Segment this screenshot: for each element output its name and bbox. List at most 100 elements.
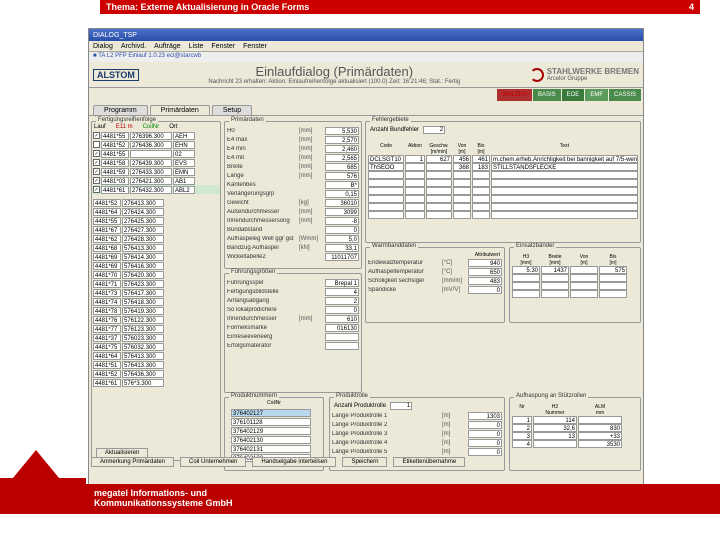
menu-archiv[interactable]: Archivd.: [121, 43, 146, 50]
list-row[interactable]: ✓ 4481*55 276396.300 AEH: [92, 131, 220, 140]
list-row[interactable]: 4481*68 576413.300: [92, 243, 220, 252]
btn-handseingabe[interactable]: Handselgabe interteilsen: [252, 457, 336, 467]
btn-anmerkung[interactable]: Anmerkung Primärdaten: [91, 457, 174, 467]
list-row[interactable]: 4481*64 276424.300: [92, 207, 220, 216]
cell-id: 4481*03: [101, 177, 129, 185]
nav-eoe[interactable]: EOE: [562, 89, 585, 101]
list-row[interactable]: 4481*64 576413.300: [92, 351, 220, 360]
row-value[interactable]: 483: [468, 277, 502, 285]
produktn-item[interactable]: 376402127: [231, 409, 311, 417]
row-value[interactable]: 0: [468, 430, 502, 438]
row-value[interactable]: 5,530: [325, 127, 359, 135]
row-value[interactable]: 36010: [325, 199, 359, 207]
checkbox[interactable]: [93, 141, 100, 148]
row-value[interactable]: 016130: [325, 324, 359, 332]
checkbox[interactable]: ✓: [93, 159, 100, 166]
row-value[interactable]: 0,15: [325, 190, 359, 198]
produktr-anzahl[interactable]: 1: [390, 402, 412, 410]
row-value[interactable]: 0: [468, 286, 502, 294]
row-value[interactable]: 650: [468, 268, 502, 276]
tab-setup[interactable]: Setup: [212, 105, 252, 115]
row-value[interactable]: 0: [468, 448, 502, 456]
menu-fenster[interactable]: Fenster: [211, 43, 235, 50]
list-row[interactable]: 4481*51 576413.300: [92, 360, 220, 369]
menu-dialog[interactable]: Dialog: [93, 43, 113, 50]
list-row[interactable]: ✓ 4481*59 276433.300 EMN: [92, 167, 220, 176]
list-row[interactable]: 4481*61 576*3.300: [92, 378, 220, 387]
list-row[interactable]: 4481*74 576418.300: [92, 297, 220, 306]
row-value[interactable]: 610: [325, 315, 359, 323]
produktn-item[interactable]: 376402131: [231, 445, 311, 453]
checkbox[interactable]: ✓: [93, 177, 100, 184]
row-key: Formeksmarke: [227, 325, 297, 331]
einsatz-section: Einsatzbänder H3 Breite Von Bis [mm] [mm…: [509, 247, 641, 323]
list-row[interactable]: 4481*78 576419.300: [92, 306, 220, 315]
row-value[interactable]: 940: [468, 259, 502, 267]
row-value[interactable]: -8: [325, 217, 359, 225]
produktn-item[interactable]: 376402130: [231, 436, 311, 444]
nav-walzen[interactable]: WALZEN: [497, 89, 532, 101]
row-value[interactable]: 3099: [325, 208, 359, 216]
list-row[interactable]: 4481*69 576414.300: [92, 252, 220, 261]
row-value[interactable]: 0: [468, 439, 502, 447]
list-row[interactable]: 4481*67 276427.300: [92, 225, 220, 234]
row-value[interactable]: 0: [468, 421, 502, 429]
list-row[interactable]: 4481*37 576023.300: [92, 333, 220, 342]
row-value[interactable]: 576: [325, 172, 359, 180]
btn-coil[interactable]: Coil Unternehmen: [180, 457, 246, 467]
row-value[interactable]: B*: [325, 181, 359, 189]
list-row[interactable]: ✓ 4481*61 276432.300 ABL2: [92, 185, 220, 194]
data-row: So lokalprödichere 0: [225, 305, 361, 314]
row-value[interactable]: 4: [325, 288, 359, 296]
row-value[interactable]: 2,460: [325, 145, 359, 153]
row-value[interactable]: 2,570: [325, 136, 359, 144]
row-value[interactable]: 33,1: [325, 244, 359, 252]
list-row[interactable]: ✓ 4481*55 02: [92, 149, 220, 158]
row-value[interactable]: 2: [325, 297, 359, 305]
list-row[interactable]: 4481*75 576032.300: [92, 342, 220, 351]
list-row[interactable]: ✓ 4481*03 276421.300 AB1: [92, 176, 220, 185]
row-value[interactable]: [325, 342, 359, 350]
row-value[interactable]: 2,565: [325, 154, 359, 162]
row-value[interactable]: 1303: [468, 412, 502, 420]
checkbox[interactable]: ✓: [93, 132, 100, 139]
nav-basis[interactable]: BASIS: [533, 89, 561, 101]
nav-cassis[interactable]: CASSIS: [609, 89, 641, 101]
menu-fenster2[interactable]: Fenster: [243, 43, 267, 50]
list-row[interactable]: ✓ 4481*58 276439.300 EVS: [92, 158, 220, 167]
checkbox[interactable]: ✓: [93, 150, 100, 157]
row-value[interactable]: Brepal 1: [325, 279, 359, 287]
feler-anzahl[interactable]: 2: [423, 126, 445, 134]
tab-primaerdaten[interactable]: Primärdaten: [150, 105, 210, 115]
row-value[interactable]: [325, 333, 359, 341]
checkbox[interactable]: ✓: [93, 186, 100, 193]
row-value[interactable]: 0: [325, 226, 359, 234]
list-row[interactable]: 4481*71 576423.300: [92, 279, 220, 288]
produktn-item[interactable]: 376101128: [231, 418, 311, 426]
nav-emf[interactable]: EMF: [585, 89, 608, 101]
row-value[interactable]: 685: [325, 163, 359, 171]
row-value[interactable]: 11011707: [325, 253, 359, 261]
menu-liste[interactable]: Liste: [189, 43, 204, 50]
tab-programm[interactable]: Programm: [93, 105, 148, 115]
btn-speichern[interactable]: Speichern: [342, 457, 387, 467]
row-value[interactable]: 0: [325, 306, 359, 314]
list-row[interactable]: 4481*73 576417.300: [92, 288, 220, 297]
list-row[interactable]: 4481*52 276413.300: [92, 198, 220, 207]
menu-auftraege[interactable]: Aufträge: [154, 43, 180, 50]
row-value[interactable]: 5,0: [325, 235, 359, 243]
list-row[interactable]: 4481*55 276425.300: [92, 216, 220, 225]
list-row[interactable]: 4481*76 576122.300: [92, 315, 220, 324]
btn-etiketten[interactable]: Etikettenübernahme: [393, 457, 465, 467]
list-row[interactable]: 4481*52 276436.300 EHN: [92, 140, 220, 149]
list-row[interactable]: 4481*70 576420.300: [92, 270, 220, 279]
list-row[interactable]: 4481*69 576416.300: [92, 261, 220, 270]
data-row: Bandzug Aufhaspel [kN] 33,1: [225, 243, 361, 252]
list-row[interactable]: 4481*52 576436.300: [92, 369, 220, 378]
produktn-item[interactable]: 376402129: [231, 427, 311, 435]
checkbox[interactable]: ✓: [93, 168, 100, 175]
prim-label: Primärdaten: [229, 117, 266, 123]
data-row: Innendurchmesser [mm] 610: [225, 314, 361, 323]
list-row[interactable]: 4481*62 276428.300: [92, 234, 220, 243]
list-row[interactable]: 4481*77 576123.300: [92, 324, 220, 333]
